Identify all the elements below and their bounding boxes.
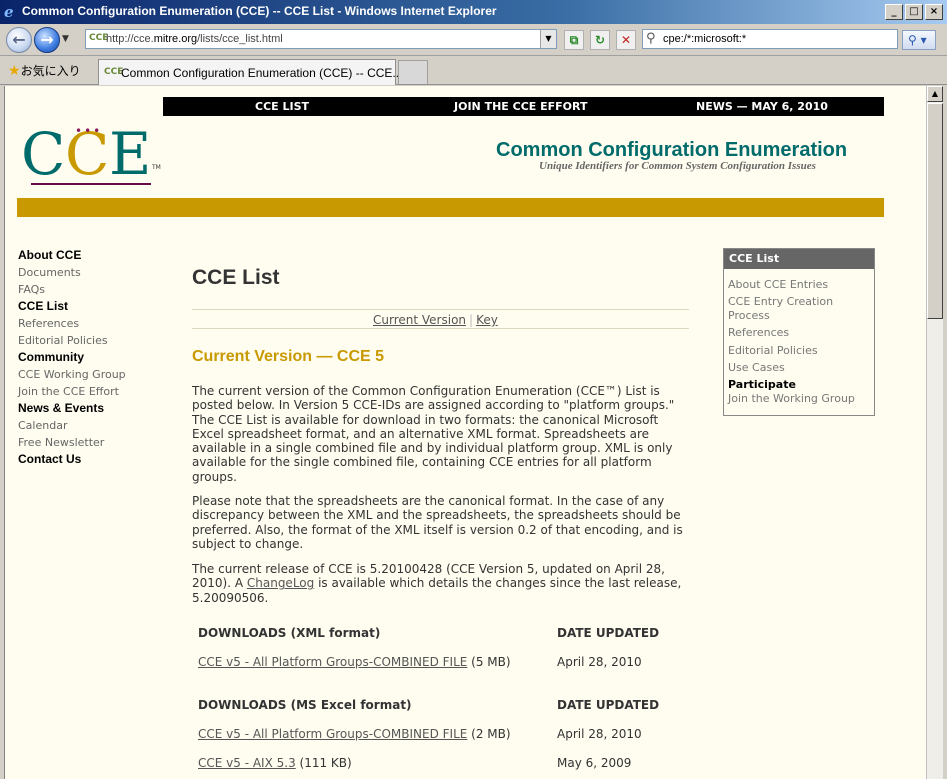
divider [192,328,689,329]
compatibility-view-icon[interactable]: ⧉ [564,30,584,50]
search-input[interactable] [663,32,893,46]
download-date: April 28, 2010 [557,655,642,669]
logo-dots: ••• [75,124,103,138]
topnav-cce-list[interactable]: CCE LIST [255,100,309,113]
page-title: CCE List [192,266,280,289]
maximize-button[interactable]: □ [905,4,923,20]
cce-logo[interactable]: C C E ••• TM [19,122,161,186]
leftnav-community[interactable]: Community [18,349,168,366]
download-link-xml-combined[interactable]: CCE v5 - All Platform Groups-COMBINED FI… [198,655,467,669]
sidebar-about-entries[interactable]: About CCE Entries [728,278,870,292]
leftnav-news-events[interactable]: News & Events [18,400,168,417]
divider [192,309,689,310]
download-date: May 6, 2009 [557,756,632,770]
site-subtitle: Unique Identifiers for Common System Con… [539,160,816,172]
sidebar-use-cases[interactable]: Use Cases [728,361,870,375]
cce-list-sidebar-box: CCE List About CCE Entries CCE Entry Cre… [723,248,875,416]
window-title: Common Configuration Enumeration (CCE) -… [22,4,497,18]
favorites-button[interactable]: ★お気に入り [8,62,81,79]
jump-link-key[interactable]: Key [476,313,498,327]
topnav-news[interactable]: NEWS — MAY 6, 2010 [696,100,828,113]
site-top-nav: CCE LIST JOIN THE CCE EFFORT NEWS — MAY … [163,97,884,116]
favorites-star-icon: ★ [8,63,21,79]
search-go-button[interactable]: ⚲ ▾ [902,30,936,50]
download-date: April 28, 2010 [557,727,642,741]
site-title: Common Configuration Enumeration [496,139,848,161]
leftnav-editorial-policies[interactable]: Editorial Policies [18,332,168,349]
left-navigation: About CCE Documents FAQs CCE List Refere… [18,247,168,468]
sidebar-editorial-policies[interactable]: Editorial Policies [728,344,870,358]
scrollbar-thumb[interactable] [927,103,943,319]
topnav-join-effort[interactable]: JOIN THE CCE EFFORT [454,100,588,113]
recent-pages-dropdown[interactable]: ▼ [62,34,69,44]
window-title-bar: e Common Configuration Enumeration (CCE)… [0,0,947,24]
tab-bar: ★お気に入り CCE Common Configuration Enumerat… [0,57,947,85]
intro-paragraph: The current version of the Common Config… [192,384,675,484]
jump-links: Current Version | Key [373,313,498,327]
window-controls: _ □ × [885,4,943,20]
section-heading: Current Version — CCE 5 [192,348,385,365]
tab-cce-list[interactable]: CCE Common Configuration Enumeration (CC… [98,59,402,85]
leftnav-cce-list[interactable]: CCE List [18,298,168,315]
scroll-up-icon[interactable]: ▲ [927,86,943,102]
changelog-link[interactable]: ChangeLog [247,576,314,590]
download-link-excel-combined[interactable]: CCE v5 - All Platform Groups-COMBINED FI… [198,727,467,741]
search-box[interactable]: ⚲ [642,29,898,49]
logo-trademark: TM [152,164,161,171]
xml-downloads-heading: DOWNLOADS (XML format) [198,626,381,640]
sidebar-box-header: CCE List [724,249,874,269]
leftnav-about-cce[interactable]: About CCE [18,247,168,264]
tab-label: Common Configuration Enumeration (CCE) -… [121,66,403,80]
search-provider-icon: ⚲ [646,31,656,46]
header-divider-bar [17,198,884,217]
leftnav-contact-us[interactable]: Contact Us [18,451,168,468]
page-viewport: CCE LIST JOIN THE CCE EFFORT NEWS — MAY … [4,86,926,779]
download-row: CCE v5 - AIX 5.3 (111 KB) [198,756,352,770]
sidebar-references[interactable]: References [728,326,870,340]
download-row: CCE v5 - All Platform Groups-COMBINED FI… [198,655,511,669]
address-bar[interactable]: CCE http://cce.mitre.org/lists/cce_list.… [85,29,557,49]
leftnav-references[interactable]: References [18,315,168,332]
navigation-bar: ← → ▼ CCE http://cce.mitre.org/lists/cce… [0,24,947,56]
forward-button[interactable]: → [34,27,60,53]
minimize-button[interactable]: _ [885,4,903,20]
address-url[interactable]: http://cce.mitre.org/lists/cce_list.html [106,33,283,45]
download-row: CCE v5 - All Platform Groups-COMBINED FI… [198,727,511,741]
sidebar-participate: Participate [728,377,796,391]
excel-downloads-heading: DOWNLOADS (MS Excel format) [198,698,412,712]
refresh-icon[interactable]: ↻ [590,30,610,50]
stop-icon[interactable]: ✕ [616,30,636,50]
jump-link-current-version[interactable]: Current Version [373,313,466,327]
leftnav-working-group[interactable]: CCE Working Group [18,366,168,383]
leftnav-faqs[interactable]: FAQs [18,281,168,298]
leftnav-join-effort[interactable]: Join the CCE Effort [18,383,168,400]
back-button[interactable]: ← [6,27,32,53]
leftnav-calendar[interactable]: Calendar [18,417,168,434]
date-updated-heading: DATE UPDATED [557,698,660,712]
window-frame [943,86,947,779]
release-paragraph: The current release of CCE is 5.20100428… [192,562,682,605]
date-updated-heading: DATE UPDATED [557,626,660,640]
canonical-note-paragraph: Please note that the spreadsheets are th… [192,494,683,551]
internet-explorer-icon: e [4,3,14,21]
vertical-scrollbar[interactable]: ▲ [926,86,943,779]
address-dropdown-icon[interactable]: ▼ [540,30,556,48]
leftnav-documents[interactable]: Documents [18,264,168,281]
leftnav-free-newsletter[interactable]: Free Newsletter [18,434,168,451]
new-tab-button[interactable] [398,60,428,84]
download-link-excel-aix[interactable]: CCE v5 - AIX 5.3 [198,756,296,770]
close-button[interactable]: × [925,4,943,20]
sidebar-join-working-group[interactable]: Join the Working Group [728,392,870,406]
sidebar-entry-creation[interactable]: CCE Entry Creation Process [728,295,870,323]
